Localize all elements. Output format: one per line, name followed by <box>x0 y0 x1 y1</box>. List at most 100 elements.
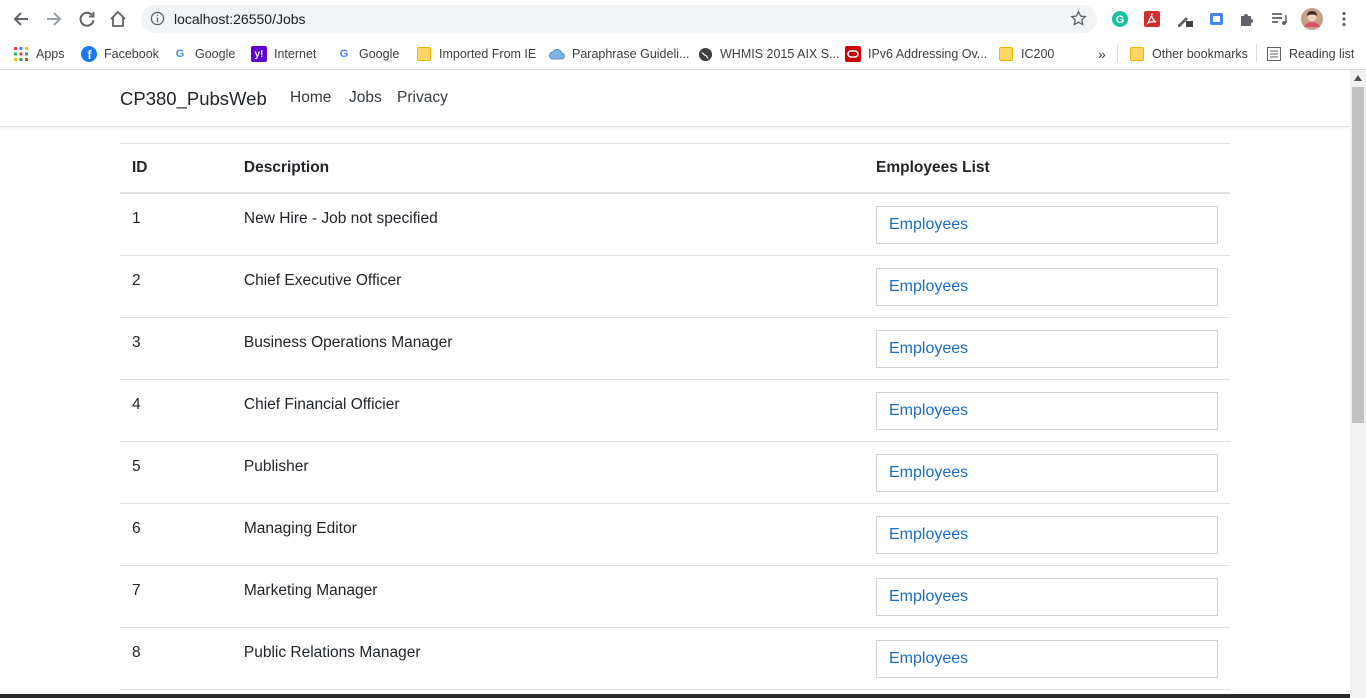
job-description: Managing Editor <box>231 503 864 566</box>
bookmark-star-icon[interactable] <box>1070 10 1087 32</box>
job-id: 7 <box>120 565 232 628</box>
yahoo-icon: y! <box>251 46 267 62</box>
table-row: 5 Publisher Employees <box>120 441 1230 504</box>
table-row: 8 Public Relations Manager Employees <box>120 627 1230 690</box>
job-description: Public Relations Manager <box>231 627 864 690</box>
url-text: localhost:26550/Jobs <box>174 11 306 27</box>
job-description: Business Operations Manager <box>231 317 864 380</box>
job-id: 8 <box>120 627 232 690</box>
other-bookmarks[interactable]: Other bookmarks <box>1129 44 1248 64</box>
employees-link[interactable]: Employees <box>876 329 1218 368</box>
cloud-icon <box>549 46 565 62</box>
job-description: New Hire - Job not specified <box>231 193 864 256</box>
chrome-menu-icon[interactable] <box>1334 9 1354 29</box>
acrobat-icon[interactable] <box>1142 9 1162 29</box>
bookmark-label: Apps <box>36 47 65 61</box>
apps-grid-icon <box>13 46 29 62</box>
bookmark-google[interactable]: G Google <box>172 44 236 64</box>
table-header-row: ID Description Employees List <box>120 143 1230 194</box>
page-scrollbar[interactable] <box>1350 70 1366 698</box>
browser-toolbar: localhost:26550/Jobs G <box>0 0 1366 38</box>
job-description: Marketing Manager <box>231 565 864 628</box>
grammarly-icon[interactable]: G <box>1110 9 1130 29</box>
employees-link[interactable]: Employees <box>876 577 1218 616</box>
home-icon[interactable] <box>106 7 130 31</box>
job-description: Publisher <box>231 441 864 504</box>
table-row: 3 Business Operations Manager Employees <box>120 317 1230 380</box>
page-viewport: CP380_PubsWeb Home Jobs Privacy ID Descr… <box>0 70 1350 698</box>
bookmark-facebook[interactable]: f Facebook <box>81 44 159 64</box>
site-info-icon[interactable] <box>150 11 165 31</box>
bookmarks-separator <box>1117 44 1118 62</box>
scroll-up-arrow-icon[interactable] <box>1350 70 1366 86</box>
reading-list-icon <box>1266 46 1282 62</box>
forward-arrow-icon[interactable] <box>42 7 66 31</box>
job-id: 2 <box>120 255 232 318</box>
employees-link[interactable]: Employees <box>876 206 1218 244</box>
bookmark-folder-ic200[interactable]: IC200 <box>998 44 1054 64</box>
nav-home-link[interactable]: Home <box>290 89 331 107</box>
bookmarks-bar: Apps f Facebook G Google y! Internet G G… <box>0 38 1366 70</box>
google-icon: G <box>175 48 185 60</box>
table-row: 7 Marketing Manager Employees <box>120 565 1230 628</box>
bookmark-label: Facebook <box>104 47 159 61</box>
employees-cell: Employees <box>864 565 1230 628</box>
nav-privacy-link[interactable]: Privacy <box>397 89 448 107</box>
job-id: 4 <box>120 379 232 442</box>
reading-list[interactable]: Reading list <box>1266 44 1354 64</box>
nav-jobs-link[interactable]: Jobs <box>349 89 382 107</box>
employees-link[interactable]: Employees <box>876 391 1218 430</box>
address-bar[interactable]: localhost:26550/Jobs <box>141 5 1097 33</box>
employees-link[interactable]: Employees <box>876 453 1218 492</box>
table-row: 1 New Hire - Job not specified Employees <box>120 193 1230 256</box>
folder-icon <box>1129 46 1145 62</box>
scrollbar-thumb[interactable] <box>1352 87 1364 423</box>
svg-text:G: G <box>1116 14 1125 26</box>
globe-icon <box>697 46 713 62</box>
media-playlist-icon[interactable] <box>1269 9 1289 29</box>
table-row: 4 Chief Financial Officier Employees <box>120 379 1230 442</box>
column-header-employees-list: Employees List <box>864 143 1230 194</box>
reading-list-label: Reading list <box>1289 47 1355 61</box>
profile-avatar[interactable] <box>1301 8 1323 30</box>
bookmark-ipv6[interactable]: IPv6 Addressing Ov... <box>845 44 987 64</box>
column-header-id: ID <box>120 143 232 194</box>
bookmark-label: Imported From IE <box>439 47 537 61</box>
bookmark-google-2[interactable]: G Google <box>336 44 400 64</box>
reload-icon[interactable] <box>75 7 99 31</box>
employees-cell: Employees <box>864 627 1230 690</box>
bookmark-label: Google <box>195 47 236 61</box>
employees-link[interactable]: Employees <box>876 639 1218 678</box>
facebook-icon: f <box>81 46 97 62</box>
bookmark-label: Google <box>359 47 400 61</box>
job-id: 5 <box>120 441 232 504</box>
employees-link[interactable]: Employees <box>876 515 1218 554</box>
job-description: Chief Financial Officier <box>231 379 864 442</box>
bookmarks-overflow-chevron-icon[interactable]: » <box>1098 44 1106 64</box>
taskbar-edge <box>0 694 1350 698</box>
bookmark-whmis[interactable]: WHMIS 2015 AIX S... <box>697 44 840 64</box>
job-id: 3 <box>120 317 232 380</box>
bookmark-internet[interactable]: y! Internet <box>251 44 316 64</box>
folder-icon <box>416 46 432 62</box>
bookmark-label: IPv6 Addressing Ov... <box>868 47 988 61</box>
bookmark-folder-imported[interactable]: Imported From IE <box>416 44 536 64</box>
other-bookmarks-label: Other bookmarks <box>1152 47 1248 61</box>
bookmark-label: WHMIS 2015 AIX S... <box>720 47 840 61</box>
site-navbar: CP380_PubsWeb Home Jobs Privacy <box>0 70 1350 127</box>
site-brand[interactable]: CP380_PubsWeb <box>120 88 267 110</box>
job-description: Chief Executive Officer <box>231 255 864 318</box>
extensions-puzzle-icon[interactable] <box>1237 9 1257 29</box>
table-row: 2 Chief Executive Officer Employees <box>120 255 1230 318</box>
extension-calendar-icon[interactable] <box>1206 9 1226 29</box>
employees-cell: Employees <box>864 441 1230 504</box>
eyedropper-icon[interactable] <box>1174 9 1194 29</box>
table-row: 6 Managing Editor Employees <box>120 503 1230 566</box>
back-arrow-icon[interactable] <box>9 7 33 31</box>
bookmark-label: Paraphrase Guideli... <box>572 47 690 61</box>
jobs-table: ID Description Employees List 1 New Hire… <box>120 143 1230 690</box>
bookmark-apps[interactable]: Apps <box>13 44 65 64</box>
employees-link[interactable]: Employees <box>876 267 1218 306</box>
bookmark-paraphrase[interactable]: Paraphrase Guideli... <box>549 44 689 64</box>
oracle-icon <box>845 46 861 62</box>
